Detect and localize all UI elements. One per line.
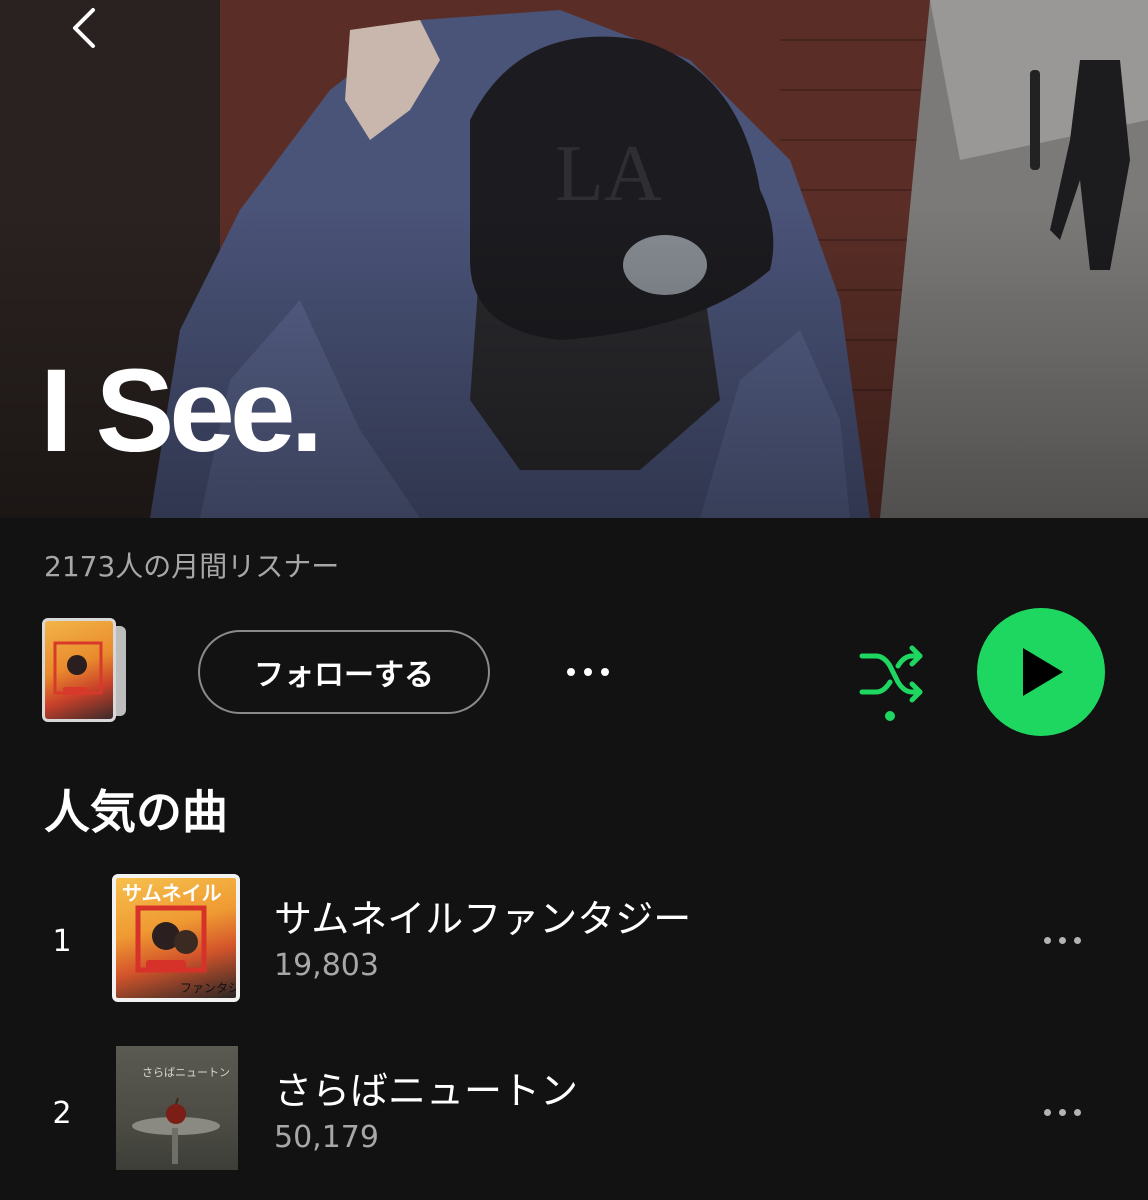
- artist-release-thumbnail[interactable]: [42, 618, 138, 726]
- track-rank: 1: [52, 924, 72, 959]
- back-button[interactable]: [58, 2, 110, 54]
- more-horizontal-icon: [567, 668, 575, 676]
- track-play-count: 50,179: [274, 1120, 379, 1155]
- popular-tracks-heading: 人気の曲: [44, 785, 228, 839]
- track-title: さらばニュートン: [274, 1069, 579, 1113]
- track-artwork: サムネイル ファンタジー: [112, 874, 240, 1002]
- artist-header-image: LA I See.: [0, 0, 1148, 518]
- more-horizontal-icon: [1043, 936, 1051, 944]
- more-horizontal-icon: [1043, 1108, 1051, 1116]
- track-row[interactable]: 2 さらばニュートン さらばニュートン 50,179: [0, 1040, 1148, 1180]
- svg-text:サムネイル: サムネイル: [122, 881, 222, 905]
- more-options-button[interactable]: [556, 650, 620, 694]
- track-more-button[interactable]: [1030, 920, 1094, 960]
- svg-text:さらばニュートン: さらばニュートン: [142, 1066, 230, 1079]
- shuffle-button[interactable]: [856, 642, 928, 724]
- track-rank: 2: [52, 1096, 72, 1131]
- svg-text:ファンタジー: ファンタジー: [180, 981, 236, 995]
- track-play-count: 19,803: [274, 948, 379, 983]
- track-more-button[interactable]: [1030, 1092, 1094, 1132]
- artist-name: I See.: [40, 345, 323, 477]
- follow-button[interactable]: フォローする: [198, 630, 490, 714]
- chevron-left-icon: [73, 8, 95, 48]
- track-artwork: さらばニュートン: [116, 1046, 238, 1170]
- track-title: サムネイルファンタジー: [274, 897, 692, 941]
- monthly-listeners: 2173人の月間リスナー: [44, 550, 340, 583]
- play-button[interactable]: [977, 608, 1105, 736]
- shuffle-icon: [859, 645, 923, 721]
- thumbnail-cover: [42, 618, 116, 722]
- play-icon: [1023, 648, 1063, 696]
- track-row[interactable]: 1 サムネイル ファンタジー サムネイルファンタジー 19,803: [0, 868, 1148, 1008]
